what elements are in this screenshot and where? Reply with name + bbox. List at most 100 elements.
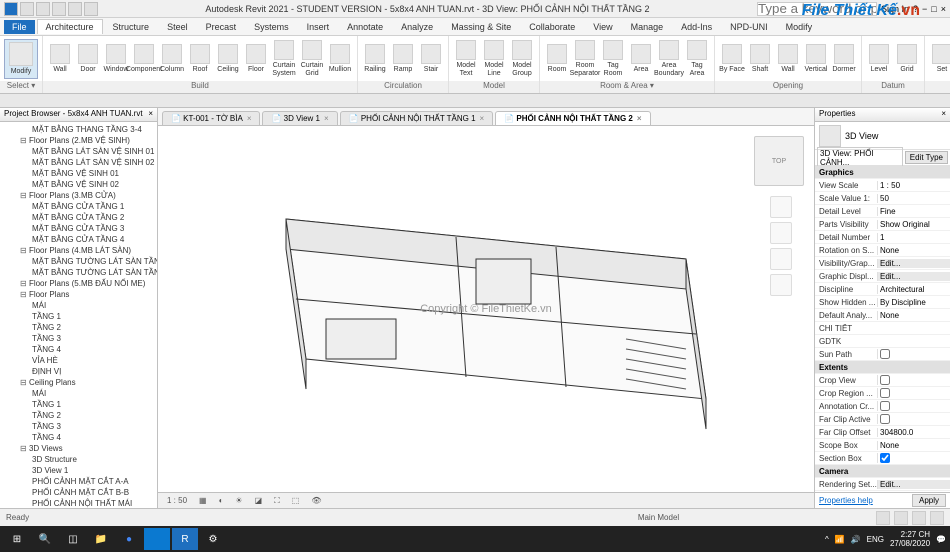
ribbon-tab-insert[interactable]: Insert	[299, 20, 338, 34]
room-separator-button[interactable]: Room Separator	[572, 40, 598, 78]
wall-button[interactable]: Wall	[47, 44, 73, 74]
open-icon[interactable]	[20, 2, 34, 16]
clock-time[interactable]: 2:27 CH	[890, 530, 930, 539]
dormer-button[interactable]: Dormer	[831, 44, 857, 74]
start-button[interactable]: ⊞	[4, 528, 30, 550]
view-tab[interactable]: 📄 3D View 1×	[262, 111, 337, 125]
tree-node[interactable]: TẦNG 2	[2, 322, 155, 333]
by-face-button[interactable]: By Face	[719, 44, 745, 74]
detail-level-icon[interactable]: ▦	[196, 496, 210, 505]
property-checkbox[interactable]	[880, 414, 890, 424]
crop-icon[interactable]: ⬚	[289, 496, 303, 505]
tag-area-button[interactable]: Tag Area	[684, 40, 710, 78]
model-text-button[interactable]: Model Text	[453, 40, 479, 78]
close-tab-icon[interactable]: ×	[324, 114, 329, 123]
tree-node[interactable]: MẶT BẰNG TƯỜNG LÁT SÀN TẦNG 2	[2, 267, 155, 278]
tree-node[interactable]: ĐỊNH VỊ	[2, 366, 155, 377]
set-button[interactable]: Set	[929, 44, 950, 74]
close-icon[interactable]: ×	[941, 4, 946, 14]
design-options[interactable]: Main Model	[638, 513, 679, 522]
hide-isolate-icon[interactable]: 👁	[308, 496, 324, 505]
tree-node[interactable]: Floor Plans (5.MB ĐẤU NỐI ME)	[2, 278, 155, 289]
3d-model-view[interactable]	[206, 159, 766, 459]
tree-node[interactable]: MẶT BẰNG THANG TẦNG 3-4	[2, 124, 155, 135]
tree-node[interactable]: MẶT BẰNG LÁT SÀN VỆ SINH 02	[2, 157, 155, 168]
tag-room-button[interactable]: Tag Room	[600, 40, 626, 78]
tree-node[interactable]: MẶT BẰNG VỆ SINH 02	[2, 179, 155, 190]
select-links-icon[interactable]	[876, 511, 890, 525]
tree-node[interactable]: 3D Structure	[2, 454, 155, 465]
grid-button[interactable]: Grid	[894, 44, 920, 74]
ribbon-tab-annotate[interactable]: Annotate	[339, 20, 391, 34]
wall-button[interactable]: Wall	[775, 44, 801, 74]
ribbon-tab-architecture[interactable]: Architecture	[37, 19, 103, 34]
ribbon-tab-systems[interactable]: Systems	[246, 20, 297, 34]
maximize-icon[interactable]: □	[931, 4, 936, 14]
tree-node[interactable]: MẶT BẰNG VỆ SINH 01	[2, 168, 155, 179]
pan-icon[interactable]	[770, 222, 792, 244]
vertical-button[interactable]: Vertical	[803, 44, 829, 74]
ribbon-tab-view[interactable]: View	[585, 20, 620, 34]
mullion-button[interactable]: Mullion	[327, 44, 353, 74]
view-tab[interactable]: 📄 KT-001 - TỜ BÌA×	[162, 111, 260, 125]
tree-node[interactable]: MẶT BẰNG CỬA TẦNG 4	[2, 234, 155, 245]
property-section-header[interactable]: Extents	[815, 361, 950, 374]
model-group-button[interactable]: Model Group	[509, 40, 535, 78]
property-checkbox[interactable]	[880, 453, 890, 463]
curtain-grid-button[interactable]: Curtain Grid	[299, 40, 325, 78]
tree-node[interactable]: TẦNG 1	[2, 399, 155, 410]
search-icon[interactable]: 🔍	[32, 528, 58, 550]
ribbon-tab-manage[interactable]: Manage	[623, 20, 672, 34]
app-icon[interactable]	[144, 528, 170, 550]
tree-node[interactable]: PHỐI CẢNH MẶT CẮT A-A	[2, 476, 155, 487]
select-pinned-icon[interactable]	[894, 511, 908, 525]
tree-node[interactable]: MẶT BẰNG TƯỜNG LÁT SÀN TẦNG 1	[2, 256, 155, 267]
clock-date[interactable]: 27/08/2020	[890, 539, 930, 548]
floor-button[interactable]: Floor	[243, 44, 269, 74]
property-value[interactable]: Edit...	[877, 272, 950, 281]
property-checkbox[interactable]	[880, 375, 890, 385]
property-value[interactable]: None	[877, 441, 950, 450]
view-tab[interactable]: 📄 PHỐI CẢNH NỘI THẤT TẦNG 2×	[495, 111, 650, 125]
task-view-icon[interactable]: ◫	[60, 528, 86, 550]
viewcube[interactable]: TOP	[754, 136, 804, 186]
area-boundary-button[interactable]: Area Boundary	[656, 40, 682, 78]
save-icon[interactable]	[36, 2, 50, 16]
ribbon-tab-npduni[interactable]: NPD-UNI	[722, 20, 776, 34]
tree-node[interactable]: PHỐI CẢNH MẶT CẮT B-B	[2, 487, 155, 498]
tree-node[interactable]: MẶT BẰNG LÁT SÀN VỆ SINH 01	[2, 146, 155, 157]
property-value[interactable]: Edit...	[877, 480, 950, 489]
tree-node[interactable]: MẶT BẰNG CỬA TẦNG 3	[2, 223, 155, 234]
property-value[interactable]: 1	[877, 233, 950, 242]
property-checkbox[interactable]	[880, 388, 890, 398]
tree-node[interactable]: TẦNG 2	[2, 410, 155, 421]
steering-wheel-icon[interactable]	[770, 196, 792, 218]
ribbon-tab-steel[interactable]: Steel	[159, 20, 196, 34]
modify-button[interactable]: Modify	[4, 39, 38, 79]
ribbon-tab-file[interactable]: File	[4, 20, 35, 34]
network-icon[interactable]: 📶	[835, 535, 845, 544]
tree-node[interactable]: MÁI	[2, 300, 155, 311]
model-line-button[interactable]: Model Line	[481, 40, 507, 78]
properties-help-link[interactable]: Properties help	[819, 496, 873, 505]
property-value[interactable]: 50	[877, 194, 950, 203]
apply-button[interactable]: Apply	[912, 494, 946, 507]
revit-taskbar-icon[interactable]: R	[172, 528, 198, 550]
property-value[interactable]	[877, 401, 950, 411]
edit-type-button[interactable]: Edit Type	[905, 151, 948, 164]
sun-path-icon[interactable]: ☀	[232, 496, 245, 505]
door-button[interactable]: Door	[75, 44, 101, 74]
property-value[interactable]: 1 : 50	[877, 181, 950, 190]
property-value[interactable]: Edit...	[877, 259, 950, 268]
project-browser-tree[interactable]: MẶT BẰNG THANG TẦNG 3-4Floor Plans (2.MB…	[0, 122, 157, 508]
volume-icon[interactable]: 🔊	[851, 535, 861, 544]
property-value[interactable]	[877, 414, 950, 424]
revit-logo-icon[interactable]	[4, 2, 18, 16]
railing-button[interactable]: Railing	[362, 44, 388, 74]
property-value[interactable]	[877, 453, 950, 463]
tree-node[interactable]: Ceiling Plans	[2, 377, 155, 388]
ribbon-tab-structure[interactable]: Structure	[105, 20, 158, 34]
roof-button[interactable]: Roof	[187, 44, 213, 74]
property-value[interactable]: Show Original	[877, 220, 950, 229]
level-button[interactable]: Level	[866, 44, 892, 74]
